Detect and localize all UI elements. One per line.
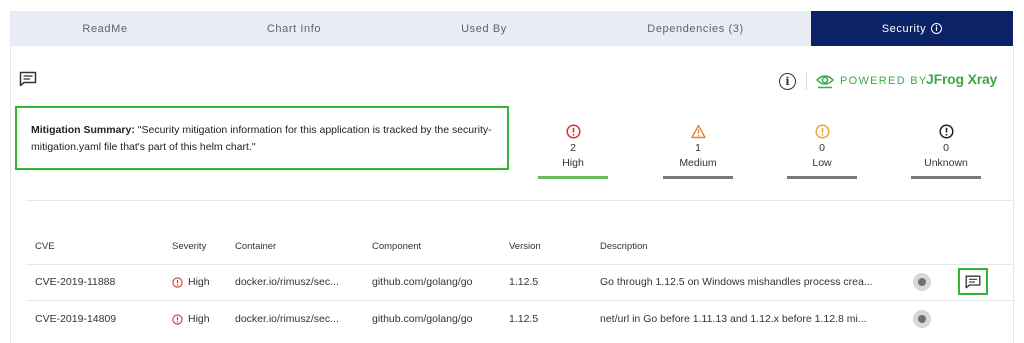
- severity-text: High: [188, 313, 210, 325]
- tab-label: Security: [881, 22, 927, 35]
- description-cell: net/url in Go before 1.11.13 and 1.12.x …: [600, 313, 867, 325]
- mitigation-label: Mitigation Summary:: [31, 124, 135, 136]
- panel-left-border: [10, 46, 11, 343]
- error-circle-icon: [172, 276, 183, 288]
- severity-bar: [911, 176, 981, 179]
- tab-dependencies[interactable]: Dependencies (3): [580, 11, 811, 46]
- container-cell: docker.io/rimusz/sec...: [235, 276, 339, 288]
- tab-label: Chart Info: [266, 22, 322, 35]
- row-divider: [26, 264, 1013, 265]
- warning-triangle-icon: [690, 124, 706, 139]
- severity-count: 2: [570, 142, 576, 154]
- column-header-severity[interactable]: Severity: [172, 241, 206, 252]
- severity-cell: High: [172, 276, 210, 288]
- container-cell: docker.io/rimusz/sec...: [235, 313, 339, 325]
- column-header-description[interactable]: Description: [600, 241, 648, 252]
- status-indicator-button[interactable]: [913, 310, 931, 328]
- component-cell: github.com/golang/go: [372, 313, 473, 325]
- description-cell: Go through 1.12.5 on Windows mishandles …: [600, 276, 873, 288]
- error-circle-icon: [565, 124, 581, 139]
- version-cell: 1.12.5: [509, 276, 539, 288]
- powered-by-label: POWERED BY: [840, 75, 928, 87]
- column-header-component[interactable]: Component: [372, 241, 421, 252]
- severity-label: High: [562, 157, 584, 169]
- section-divider: [26, 200, 1013, 201]
- severity-bar: [663, 176, 733, 179]
- tab-readme[interactable]: ReadMe: [10, 11, 200, 46]
- security-panel: ReadMe Chart Info Used By Dependencies (…: [0, 0, 1024, 343]
- alert-circle-icon: [814, 124, 830, 139]
- cve-id[interactable]: CVE-2019-11888: [35, 276, 115, 288]
- comment-icon: [965, 275, 981, 288]
- comment-icon[interactable]: [19, 71, 37, 87]
- severity-label: Unknown: [924, 157, 968, 169]
- severity-label: Medium: [679, 157, 717, 169]
- severity-bar: [538, 176, 608, 179]
- tab-security[interactable]: Security i: [811, 11, 1013, 46]
- error-circle-icon: [172, 313, 183, 325]
- tab-label: Dependencies (3): [647, 22, 744, 35]
- tab-label: Used By: [461, 22, 507, 35]
- tab-used-by[interactable]: Used By: [388, 11, 580, 46]
- severity-low-summary[interactable]: 0 Low: [787, 124, 857, 179]
- alert-circle-icon: [938, 124, 954, 139]
- eye-icon: [816, 75, 834, 89]
- toolbar-divider: [806, 72, 807, 90]
- severity-bar: [787, 176, 857, 179]
- severity-label: Low: [812, 157, 832, 169]
- row-divider: [26, 300, 1013, 301]
- severity-high-summary[interactable]: 2 High: [538, 124, 608, 179]
- severity-text: High: [188, 276, 210, 288]
- severity-unknown-summary[interactable]: 0 Unknown: [911, 124, 981, 179]
- severity-medium-summary[interactable]: 1 Medium: [663, 124, 733, 179]
- tab-label: ReadMe: [82, 22, 128, 35]
- component-cell: github.com/golang/go: [372, 276, 473, 288]
- column-header-cve[interactable]: CVE: [35, 241, 55, 252]
- info-icon: i: [931, 23, 943, 34]
- severity-count: 1: [695, 142, 701, 154]
- panel-right-border: [1013, 46, 1014, 343]
- severity-count: 0: [943, 142, 949, 154]
- tab-bar: ReadMe Chart Info Used By Dependencies (…: [10, 11, 1013, 46]
- mitigation-summary: Mitigation Summary: "Security mitigation…: [15, 106, 509, 170]
- severity-cell: High: [172, 313, 210, 325]
- column-header-container[interactable]: Container: [235, 241, 276, 252]
- column-header-version[interactable]: Version: [509, 241, 541, 252]
- comment-button[interactable]: [958, 268, 988, 295]
- jfrog-xray-logo: JFrog Xray: [926, 71, 998, 87]
- tab-chart-info[interactable]: Chart Info: [200, 11, 388, 46]
- info-icon[interactable]: i: [779, 73, 796, 90]
- cve-id[interactable]: CVE-2019-14809: [35, 313, 116, 325]
- severity-count: 0: [819, 142, 825, 154]
- status-indicator-button[interactable]: [913, 273, 931, 291]
- version-cell: 1.12.5: [509, 313, 539, 325]
